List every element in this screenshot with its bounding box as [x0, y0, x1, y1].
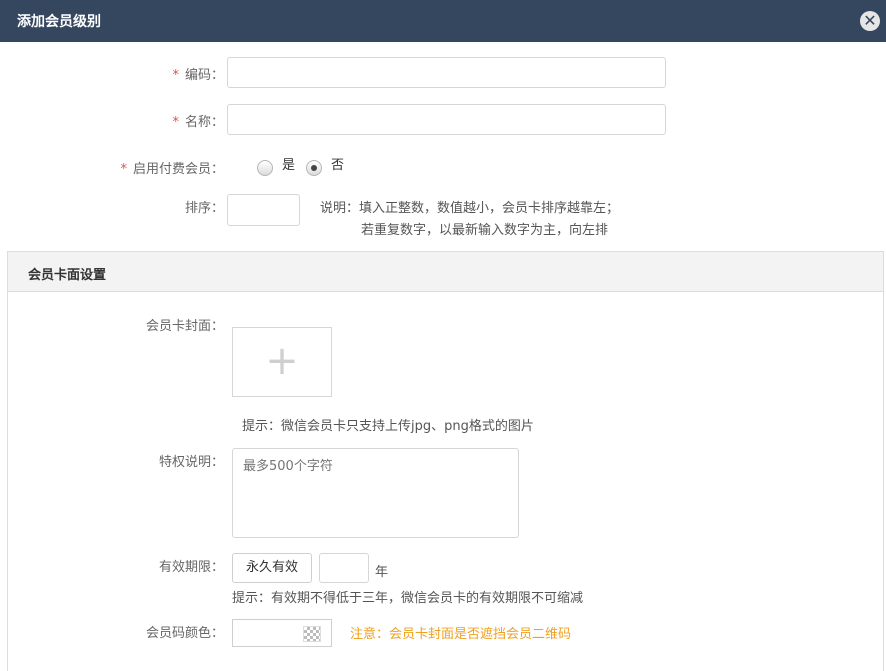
sort-label: 排序： — [184, 201, 224, 216]
card-section-header: 会员卡面设置 — [7, 251, 884, 292]
code-input[interactable] — [227, 57, 666, 88]
paid-no-label[interactable]: 否 — [331, 154, 344, 173]
sort-note-line2: 若重复数字，以最新输入数字为主，向左排 — [361, 223, 609, 238]
paid-label-wrap: * 启用付费会员： — [120, 158, 224, 177]
validity-label: 有效期限： — [158, 560, 224, 575]
dialog-title: 添加会员级别 — [17, 14, 101, 30]
name-label-wrap: * 名称： — [172, 111, 224, 130]
sort-input[interactable] — [227, 194, 300, 226]
validity-unit: 年 — [375, 565, 389, 580]
color-warning: 注意：会员卡封面是否遮挡会员二维码 — [350, 627, 572, 642]
name-input[interactable] — [227, 104, 666, 135]
privilege-label: 特权说明： — [158, 455, 224, 470]
permanent-validity-button[interactable]: 永久有效 — [232, 553, 312, 583]
color-picker[interactable] — [232, 619, 332, 647]
close-icon[interactable]: ✕ — [860, 11, 880, 31]
validity-years-input[interactable] — [319, 553, 369, 583]
validity-hint: 提示：有效期不得低于三年，微信会员卡的有效期限不可缩减 — [232, 591, 584, 606]
cover-upload-box[interactable]: + — [232, 327, 332, 397]
plus-icon: + — [265, 338, 299, 384]
code-label: 编码： — [184, 68, 224, 83]
color-label: 会员码颜色： — [145, 626, 224, 641]
required-mark: * — [120, 162, 127, 177]
paid-no-radio[interactable] — [306, 160, 322, 176]
sort-note-line1: 说明：填入正整数，数值越小，会员卡排序越靠左； — [320, 201, 620, 216]
paid-yes-radio[interactable] — [257, 160, 273, 176]
required-mark: * — [172, 68, 179, 83]
required-mark: * — [172, 115, 179, 130]
name-label: 名称： — [184, 115, 224, 130]
cover-label: 会员卡封面： — [145, 319, 224, 334]
cover-hint: 提示：微信会员卡只支持上传jpg、png格式的图片 — [242, 419, 534, 434]
code-label-wrap: * 编码： — [172, 64, 224, 83]
card-section-title: 会员卡面设置 — [28, 268, 107, 283]
paid-label: 启用付费会员： — [132, 162, 224, 177]
color-swatch-icon — [303, 626, 321, 642]
paid-yes-label[interactable]: 是 — [282, 154, 295, 173]
privilege-textarea[interactable] — [232, 448, 519, 538]
dialog-titlebar: 添加会员级别 ✕ — [0, 0, 886, 42]
